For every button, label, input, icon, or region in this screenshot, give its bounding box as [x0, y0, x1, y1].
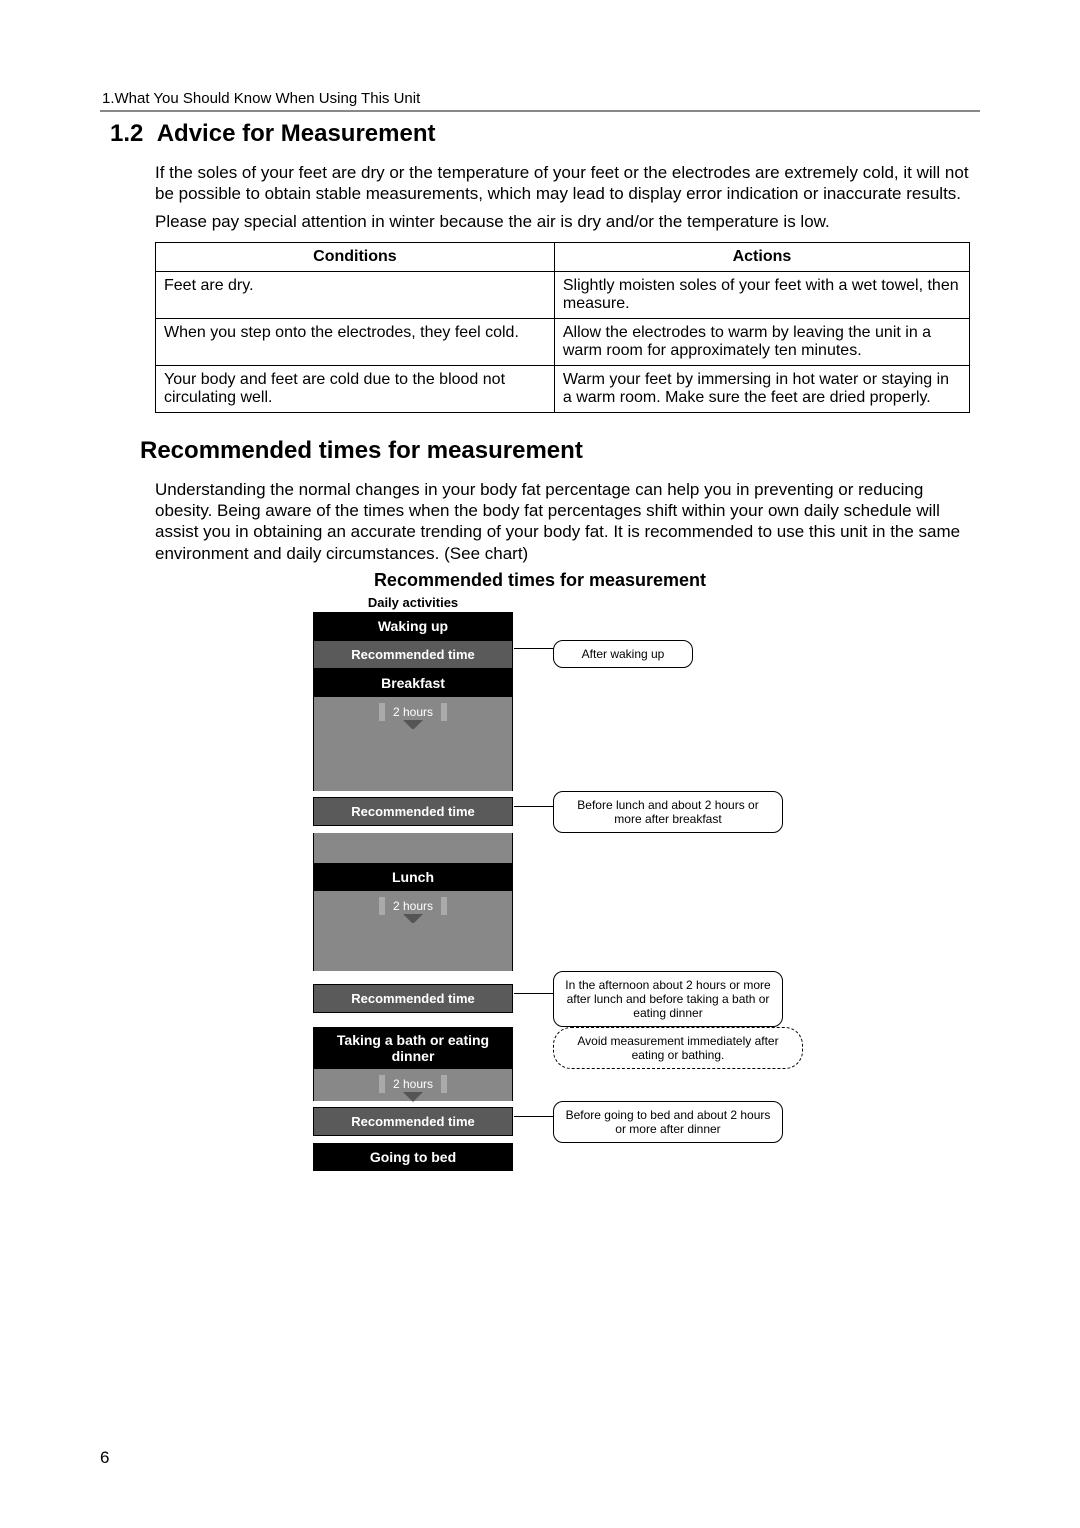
chart-title: Recommended times for measurement: [275, 570, 805, 591]
daily-activities-label: Daily activities: [313, 595, 513, 610]
cell-action: Allow the electrodes to warm by leaving …: [554, 318, 969, 365]
intro-paragraph-1: If the soles of your feet are dry or the…: [155, 162, 970, 205]
callout-after-waking: After waking up: [553, 640, 693, 668]
activity-waking-up: Waking up: [313, 612, 513, 640]
time-gap: 2 hours: [313, 697, 513, 729]
recommended-time-box: Recommended time: [313, 1107, 513, 1136]
cell-condition: Feet are dry.: [156, 271, 555, 318]
subheading: Recommended times for measurement: [140, 437, 980, 465]
connector-line: [514, 1116, 554, 1128]
table-row: Feet are dry. Slightly moisten soles of …: [156, 271, 970, 318]
callout-text: Avoid measurement immediately after eati…: [577, 1034, 778, 1062]
connector-line: [514, 806, 554, 818]
cell-action: Slightly moisten soles of your feet with…: [554, 271, 969, 318]
callout-afternoon: In the afternoon about 2 hours or more a…: [553, 971, 783, 1027]
callout-text: Before going to bed and about 2 hours or…: [566, 1108, 771, 1136]
connector-line: [514, 993, 554, 1005]
recommended-time-box: Recommended time: [313, 797, 513, 826]
th-conditions: Conditions: [156, 242, 555, 271]
activity-bath-dinner: Taking a bath or eating dinner: [313, 1027, 513, 1069]
time-gap-spacer: [313, 729, 513, 791]
section-title: 1.2 Advice for Measurement: [110, 120, 980, 148]
activity-breakfast: Breakfast: [313, 669, 513, 697]
two-hours-tag: 2 hours: [379, 1075, 447, 1093]
cell-condition: When you step onto the electrodes, they …: [156, 318, 555, 365]
callout-text: After waking up: [582, 647, 665, 661]
header-rule: [100, 110, 980, 112]
table-row: Your body and feet are cold due to the b…: [156, 365, 970, 412]
activity-going-to-bed: Going to bed: [313, 1143, 513, 1171]
cell-condition: Your body and feet are cold due to the b…: [156, 365, 555, 412]
conditions-actions-table: Conditions Actions Feet are dry. Slightl…: [155, 242, 970, 413]
time-gap-spacer: [313, 923, 513, 971]
section-title-text: Advice for Measurement: [157, 120, 436, 147]
recommended-times-chart: Recommended times for measurement Daily …: [275, 570, 805, 1171]
callout-text: In the afternoon about 2 hours or more a…: [565, 978, 770, 1020]
cell-action: Warm your feet by immersing in hot water…: [554, 365, 969, 412]
intro-paragraph-2: Please pay special attention in winter b…: [155, 211, 970, 232]
time-gap-spacer: [313, 833, 513, 863]
recommended-time-box: Recommended time: [313, 640, 513, 669]
connector-line: [514, 648, 554, 660]
callout-before-lunch: Before lunch and about 2 hours or more a…: [553, 791, 783, 833]
section-header-small: 1.What You Should Know When Using This U…: [100, 90, 980, 107]
page-number: 6: [100, 1448, 109, 1468]
recommended-time-box: Recommended time: [313, 984, 513, 1013]
time-gap: 2 hours: [313, 1069, 513, 1101]
time-gap: 2 hours: [313, 891, 513, 923]
two-hours-tag: 2 hours: [379, 897, 447, 915]
callout-text: Before lunch and about 2 hours or more a…: [577, 798, 758, 826]
callout-before-bed: Before going to bed and about 2 hours or…: [553, 1101, 783, 1143]
table-header-row: Conditions Actions: [156, 242, 970, 271]
two-hours-tag: 2 hours: [379, 703, 447, 721]
table-row: When you step onto the electrodes, they …: [156, 318, 970, 365]
section-number: 1.2: [110, 120, 143, 147]
callout-avoid: Avoid measurement immediately after eati…: [553, 1027, 803, 1069]
sub-paragraph: Understanding the normal changes in your…: [155, 479, 970, 564]
activity-lunch: Lunch: [313, 863, 513, 891]
th-actions: Actions: [554, 242, 969, 271]
